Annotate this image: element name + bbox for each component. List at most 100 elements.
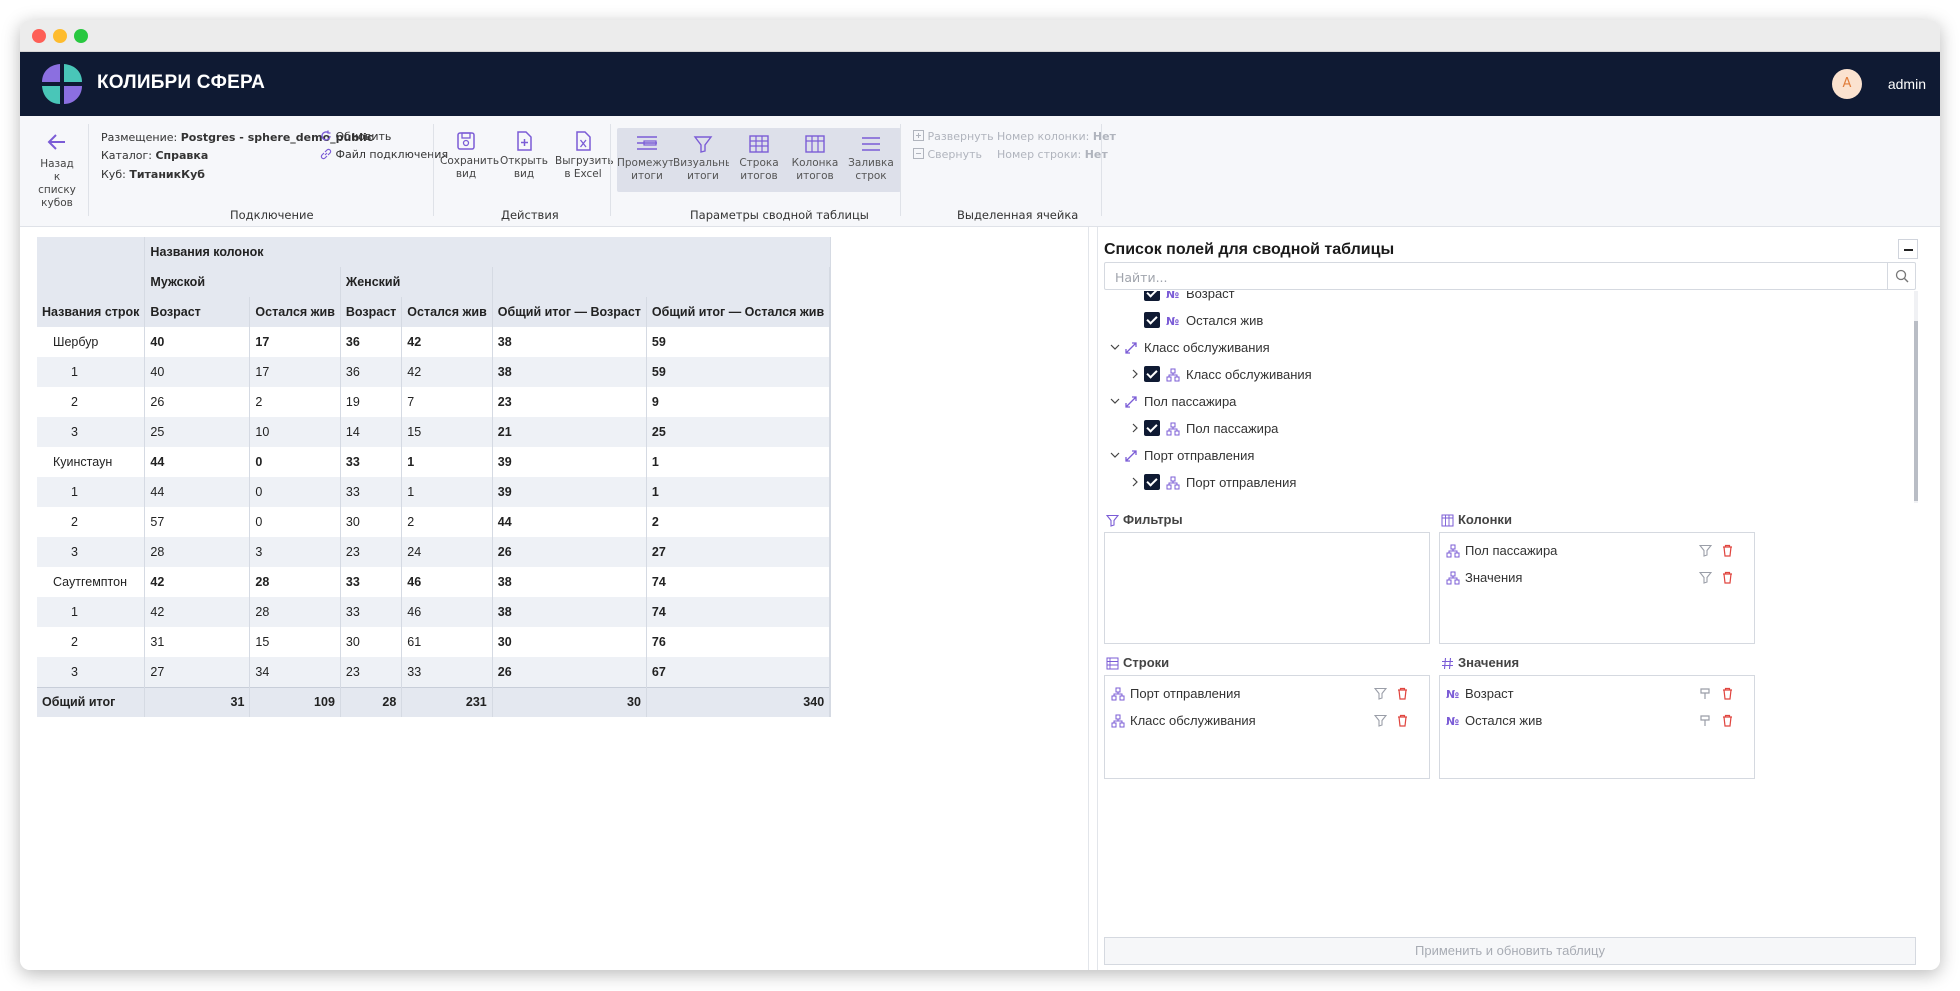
value-cell[interactable]: 25 (646, 417, 831, 447)
table-row[interactable]: 3 28 3 23 24 26 27 (37, 537, 832, 567)
value-cell[interactable]: 19 (340, 387, 403, 417)
value-cell[interactable]: 7 (401, 387, 493, 417)
value-cell[interactable]: 59 (646, 357, 831, 387)
value-cell[interactable]: 40 (144, 357, 251, 387)
value-cell[interactable]: 2 (646, 507, 831, 537)
value-cell[interactable]: 44 (492, 507, 647, 537)
value-cell[interactable]: 38 (492, 357, 647, 387)
value-cell[interactable]: 40 (144, 327, 251, 357)
value-cell[interactable]: 26 (492, 537, 647, 567)
filter-icon[interactable] (1698, 544, 1713, 560)
trash-icon[interactable] (1721, 687, 1734, 703)
value-cell[interactable]: 2 (401, 507, 493, 537)
grand-total-cell[interactable]: 109 (249, 686, 341, 717)
zone-item[interactable]: Порт отправления (1111, 684, 1423, 704)
field-checkbox[interactable] (1144, 312, 1160, 328)
refresh-button[interactable]: Обновить (320, 130, 391, 143)
value-cell[interactable]: 15 (401, 417, 493, 447)
row-names-header[interactable]: Названия строк (37, 297, 146, 327)
field-checkbox[interactable] (1144, 291, 1160, 301)
value-cell[interactable]: 33 (340, 597, 403, 627)
value-cell[interactable]: 23 (340, 537, 403, 567)
row-label[interactable]: 1 (37, 477, 146, 507)
value-cell[interactable]: 1 (646, 477, 831, 507)
maximize-window-button[interactable] (74, 29, 88, 43)
user-name[interactable]: admin (1888, 76, 1926, 92)
rows-drop-area[interactable]: Порт отправления Класс обслуживания (1104, 675, 1430, 779)
column-totals-button[interactable]: Колонка итогов (785, 128, 845, 192)
filter-icon[interactable] (1373, 687, 1388, 703)
grand-total-cell[interactable]: 28 (340, 686, 403, 717)
table-row[interactable]: 3 25 10 14 15 21 25 (37, 417, 832, 447)
tree-field[interactable]: Порт отправления (1104, 472, 1904, 494)
value-cell[interactable]: 46 (401, 597, 493, 627)
row-label[interactable]: Куинстаун (37, 447, 146, 477)
value-cell[interactable]: 61 (401, 627, 493, 657)
chevron-right-icon[interactable] (1130, 421, 1140, 438)
value-cell[interactable]: 25 (144, 417, 251, 447)
value-cell[interactable]: 44 (144, 477, 251, 507)
open-view-button[interactable]: Открыть вид (494, 130, 554, 181)
table-row[interactable]: 1 40 17 36 42 38 59 (37, 357, 832, 387)
zone-item[interactable]: Пол пассажира (1446, 541, 1748, 561)
value-cell[interactable]: 38 (492, 327, 647, 357)
trash-icon[interactable] (1721, 714, 1734, 730)
table-row[interactable]: 1 44 0 33 1 39 1 (37, 477, 832, 507)
value-cell[interactable]: 33 (340, 477, 403, 507)
value-cell[interactable]: 27 (144, 657, 251, 687)
female-survived-header[interactable]: Остался жив (401, 297, 493, 327)
female-age-header[interactable]: Возраст (340, 297, 403, 327)
connection-file-button[interactable]: Файл подключения (320, 148, 448, 161)
grand-total-label[interactable]: Общий итог (37, 686, 146, 717)
column-names-header[interactable]: Названия колонок (144, 237, 830, 267)
tree-dimension[interactable]: Порт отправления (1104, 445, 1904, 467)
value-cell[interactable]: 34 (249, 657, 341, 687)
chevron-right-icon[interactable] (1130, 367, 1140, 384)
value-cell[interactable]: 1 (646, 447, 831, 477)
table-row[interactable]: 1 42 28 33 46 38 74 (37, 597, 832, 627)
zone-item[interactable]: № Возраст (1446, 684, 1748, 704)
expand-button[interactable]: Развернуть (913, 130, 994, 143)
value-cell[interactable]: 28 (249, 597, 341, 627)
value-cell[interactable]: 28 (144, 537, 251, 567)
value-cell[interactable]: 30 (492, 627, 647, 657)
visual-totals-button[interactable]: Визуальные итоги (673, 128, 740, 192)
value-cell[interactable]: 26 (144, 387, 251, 417)
value-cell[interactable]: 2 (249, 387, 341, 417)
value-cell[interactable]: 42 (401, 357, 493, 387)
value-cell[interactable]: 17 (249, 357, 341, 387)
splitter-handle[interactable] (1088, 227, 1098, 970)
tree-field[interactable]: Класс обслуживания (1104, 364, 1904, 386)
value-cell[interactable]: 76 (646, 627, 831, 657)
tree-dimension[interactable]: Класс обслуживания (1104, 337, 1904, 359)
grand-total-cell[interactable]: 231 (401, 686, 493, 717)
field-checkbox[interactable] (1144, 366, 1160, 382)
male-header[interactable]: Мужской (144, 267, 341, 297)
trash-icon[interactable] (1396, 714, 1409, 730)
row-label[interactable]: 2 (37, 627, 146, 657)
grand-total-row[interactable]: Общий итог 31 109 28 231 30 340 (37, 686, 832, 717)
value-cell[interactable]: 33 (401, 657, 493, 687)
zone-item[interactable]: Значения (1446, 568, 1748, 588)
value-cell[interactable]: 39 (492, 477, 647, 507)
collapse-button[interactable]: Свернуть (913, 148, 982, 161)
table-row[interactable]: 3 27 34 23 33 26 67 (37, 657, 832, 687)
table-row[interactable]: Куинстаун 44 0 33 1 39 1 (37, 447, 832, 477)
row-label[interactable]: Шербур (37, 327, 146, 357)
value-cell[interactable]: 36 (340, 327, 403, 357)
value-cell[interactable]: 31 (144, 627, 251, 657)
row-label[interactable]: 3 (37, 657, 146, 687)
row-label[interactable]: Саутгемптон (37, 567, 146, 597)
tree-field[interactable]: № Остался жив (1104, 310, 1904, 332)
row-totals-button[interactable]: Строка итогов (729, 128, 789, 192)
back-button[interactable]: Назад к списку кубов (36, 130, 78, 210)
value-cell[interactable]: 21 (492, 417, 647, 447)
trash-icon[interactable] (1721, 571, 1734, 587)
value-cell[interactable]: 15 (249, 627, 341, 657)
value-cell[interactable]: 44 (144, 447, 251, 477)
zone-item[interactable]: № Остался жив (1446, 711, 1748, 731)
trash-icon[interactable] (1396, 687, 1409, 703)
apply-update-button[interactable]: Применить и обновить таблицу (1104, 937, 1916, 965)
male-survived-header[interactable]: Остался жив (249, 297, 341, 327)
values-drop-area[interactable]: № Возраст № Остался жив (1439, 675, 1755, 779)
